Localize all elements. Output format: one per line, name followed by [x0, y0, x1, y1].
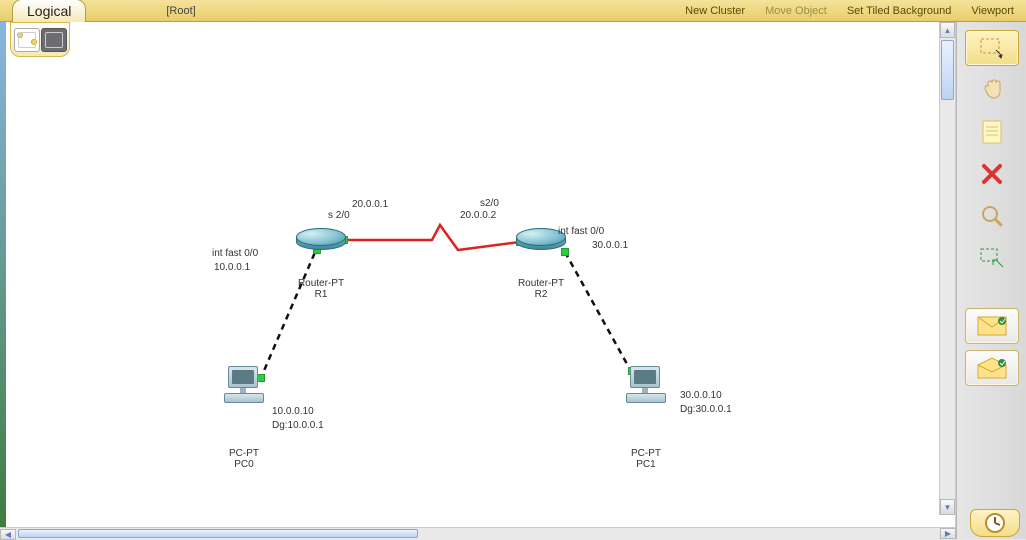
link-r2-pc1[interactable]: [565, 252, 632, 373]
breadcrumb[interactable]: [Root]: [86, 5, 685, 17]
tab-logical[interactable]: Logical: [12, 0, 86, 23]
resize-icon: [979, 247, 1005, 269]
device-name-label: R2: [535, 289, 548, 300]
device-model-label: Router-PT: [518, 278, 564, 289]
workspace-canvas[interactable]: Router-PT R1 int fast 0/0 10.0.0.1 s 2/0…: [0, 22, 956, 527]
ip-label: 20.0.0.2: [460, 210, 496, 221]
clock-icon: [984, 512, 1006, 534]
scroll-up-button[interactable]: ▲: [940, 22, 955, 38]
ip-label: 30.0.0.1: [592, 240, 628, 251]
gateway-label: Dg:30.0.0.1: [680, 404, 732, 415]
device-name-label: R1: [315, 289, 328, 300]
interface-label: s2/0: [480, 198, 499, 209]
note-icon: [980, 119, 1004, 145]
add-complex-pdu-button[interactable]: [965, 350, 1019, 386]
scroll-thumb[interactable]: [18, 529, 418, 538]
device-router-r1[interactable]: Router-PT R1: [296, 228, 346, 300]
navigation-panel-button[interactable]: [10, 22, 70, 57]
interface-label: int fast 0/0: [212, 248, 258, 259]
desktop-edge: [0, 22, 6, 527]
scroll-down-button[interactable]: ▼: [940, 499, 955, 515]
ip-label: 10.0.0.1: [214, 262, 250, 273]
link-r1-r2-serial[interactable]: [344, 225, 520, 250]
closed-envelope-icon: [977, 316, 1007, 336]
realtime-toggle-button[interactable]: [970, 509, 1020, 537]
resize-shape-button[interactable]: [965, 240, 1019, 276]
move-layout-button[interactable]: [965, 72, 1019, 108]
ip-label: 10.0.0.10: [272, 406, 314, 417]
device-name-label: PC0: [234, 459, 253, 470]
device-model-label: PC-PT: [631, 448, 661, 459]
gateway-label: Dg:10.0.0.1: [272, 420, 324, 431]
right-toolbar: [956, 22, 1026, 539]
ip-label: 20.0.0.1: [352, 199, 388, 210]
device-pc1[interactable]: PC-PT PC1: [626, 366, 666, 470]
move-object-button[interactable]: Move Object: [765, 5, 827, 17]
place-note-button[interactable]: [965, 114, 1019, 150]
viewport-button[interactable]: Viewport: [971, 5, 1014, 17]
ip-label: 30.0.0.10: [680, 390, 722, 401]
device-router-r2[interactable]: Router-PT R2: [516, 228, 566, 300]
select-tool-button[interactable]: [965, 30, 1019, 66]
magnify-icon: [980, 204, 1004, 228]
device-model-label: PC-PT: [229, 448, 259, 459]
scroll-thumb[interactable]: [941, 40, 954, 100]
device-pc0[interactable]: PC-PT PC0: [224, 366, 264, 470]
add-simple-pdu-button[interactable]: [965, 308, 1019, 344]
scroll-right-button[interactable]: ▶: [940, 528, 956, 539]
hand-icon: [979, 77, 1005, 103]
interface-label: int fast 0/0: [558, 226, 604, 237]
selection-icon: [979, 37, 1005, 59]
new-cluster-button[interactable]: New Cluster: [685, 5, 745, 17]
vertical-scrollbar[interactable]: ▲ ▼: [939, 22, 955, 515]
workspace-topbar: Logical [Root] New Cluster Move Object S…: [0, 0, 1026, 22]
device-model-label: Router-PT: [298, 278, 344, 289]
scroll-left-button[interactable]: ◀: [0, 529, 16, 540]
delete-x-icon: [981, 163, 1003, 185]
interface-label: s 2/0: [328, 210, 350, 221]
open-envelope-icon: [977, 357, 1007, 379]
device-name-label: PC1: [636, 459, 655, 470]
inspect-button[interactable]: [965, 198, 1019, 234]
set-tiled-bg-button[interactable]: Set Tiled Background: [847, 5, 952, 17]
delete-button[interactable]: [965, 156, 1019, 192]
horizontal-scrollbar[interactable]: ◀ ▶: [0, 527, 956, 539]
